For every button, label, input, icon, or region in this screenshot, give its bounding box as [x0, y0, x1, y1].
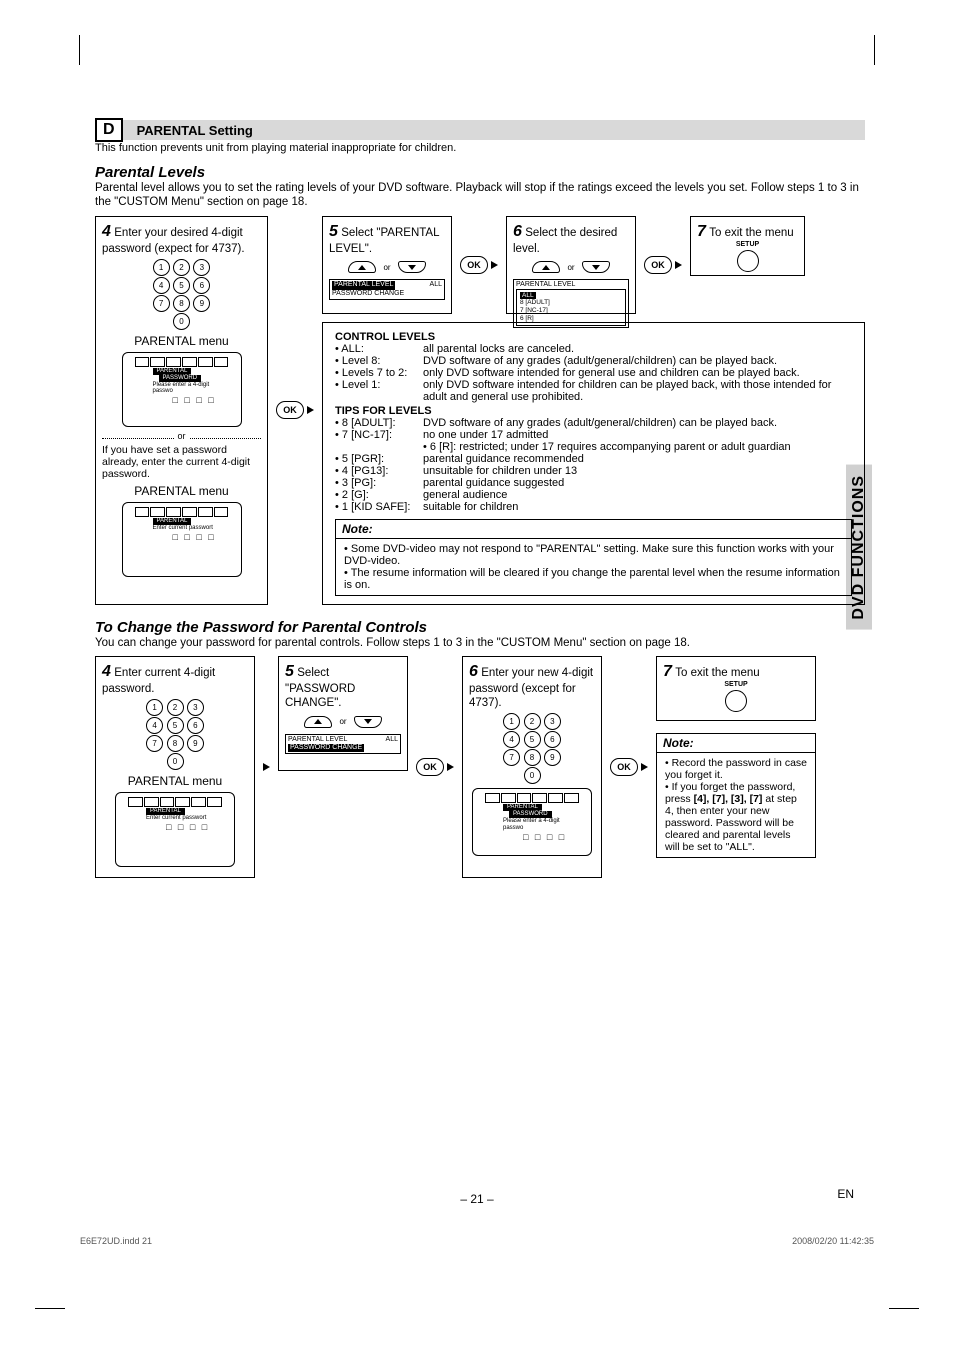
arrow-right-icon	[263, 763, 270, 771]
keypad-diagram: 1 2 3 4 5 6 7 8 9 0	[102, 259, 261, 330]
footer-left: E6E72UD.indd 21	[80, 1236, 152, 1246]
page-content: D PARENTAL Setting This function prevent…	[95, 120, 865, 878]
ok-button-icon: OK	[276, 401, 304, 419]
setup-button-diagram: SETUP	[663, 681, 809, 712]
mini-screen-5b: PARENTAL LEVEL ALL PASSWORD CHANGE	[285, 734, 401, 755]
footer-right: 2008/02/20 11:42:35	[792, 1236, 874, 1246]
heading-parental-levels: Parental Levels	[95, 164, 865, 181]
down-button-icon	[398, 261, 426, 273]
connector-arrow: OK	[610, 758, 648, 776]
connector-arrow	[263, 763, 270, 771]
step-number: 4	[102, 223, 111, 240]
paragraph-change-password: You can change your password for parenta…	[95, 636, 865, 650]
ok-button-icon: OK	[416, 758, 444, 776]
step-5b-box: 5 Select "PASSWORD CHANGE". or PARENTAL …	[278, 656, 408, 771]
or-divider: or	[102, 431, 261, 441]
language-mark: EN	[837, 1187, 854, 1201]
crop-mark	[874, 35, 889, 65]
section-heading-bar: D PARENTAL Setting	[95, 120, 865, 140]
steps-row-2: 4 Enter current 4-digit password. 1 2 3 …	[95, 656, 865, 878]
step-7b-box: 7 To exit the menu SETUP	[656, 656, 816, 721]
step-7-box: 7 To exit the menu SETUP	[690, 216, 805, 276]
arrow-right-icon	[491, 261, 498, 269]
arrow-right-icon	[641, 763, 648, 771]
mini-screen-5a: PARENTAL LEVEL ALL PASSWORD CHANGE	[329, 279, 445, 300]
heading-change-password: To Change the Password for Parental Cont…	[95, 619, 865, 636]
arrow-right-icon	[307, 406, 314, 414]
crop-mark	[65, 35, 80, 65]
step-5b-title: Select "PASSWORD CHANGE".	[285, 667, 355, 709]
tv-screen-1: PARENTAL PASSWORD Please enter a 4-digit…	[122, 352, 242, 427]
if-password-note: If you have set a password already, ente…	[102, 444, 261, 480]
steps-row-1: 4 Enter your desired 4-digit password (e…	[95, 216, 865, 605]
step-5-title: Select "PARENTAL LEVEL".	[329, 227, 439, 255]
up-button-icon	[348, 261, 376, 273]
control-levels-box: CONTROL LEVELS • ALL:all parental locks …	[322, 322, 865, 605]
step-4b-box: 4 Enter current 4-digit password. 1 2 3 …	[95, 656, 255, 878]
tips-table: • 8 [ADULT]:DVD software of any grades (…	[335, 417, 852, 513]
setup-circle-icon	[725, 690, 747, 712]
step-4b-title: Enter current 4-digit password.	[102, 667, 215, 695]
keypad-diagram: 1 2 3 4 5 6 7 8 9 0	[469, 713, 595, 784]
section-description: This function prevents unit from playing…	[95, 142, 865, 154]
down-button-icon	[354, 716, 382, 728]
parental-menu-label: PARENTAL menu	[102, 334, 261, 348]
setup-button-diagram: SETUP	[697, 241, 798, 272]
tips-heading: TIPS FOR LEVELS	[335, 405, 852, 417]
paragraph-parental-levels: Parental level allows you to set the rat…	[95, 181, 865, 210]
connector-arrow: OK	[416, 758, 454, 776]
step-6b-box: 6 Enter your new 4-digit password (excep…	[462, 656, 602, 878]
control-levels-heading: CONTROL LEVELS	[335, 331, 852, 343]
step-5-box: 5 Select "PARENTAL LEVEL". or PARENTAL L…	[322, 216, 452, 314]
setup-circle-icon	[737, 250, 759, 272]
up-button-icon	[304, 716, 332, 728]
connector-arrow: OK	[460, 256, 498, 274]
note-box-1: Note: • Some DVD-video may not respond t…	[335, 519, 852, 596]
tv-screen-4: PARENTAL PASSWORD Please enter a 4-digit…	[472, 788, 592, 856]
section-title: PARENTAL Setting	[129, 123, 865, 138]
step-6b-title: Enter your new 4-digit password (except …	[469, 667, 593, 709]
keypad-diagram: 1 2 3 4 5 6 7 8 9 0	[102, 699, 248, 770]
tv-screen-3: PARENTAL Enter current passwort □ □ □ □	[115, 792, 235, 867]
mini-screen-6a: PARENTAL LEVEL ALL 8 [ADULT] 7 [NC-17] 6…	[513, 279, 629, 328]
step-7-title: To exit the menu	[709, 227, 793, 239]
arrow-right-icon	[447, 763, 454, 771]
nav-buttons: or	[329, 259, 445, 274]
step-6-box: 6 Select the desired level. or PARENTAL …	[506, 216, 636, 314]
crop-mark	[889, 1308, 919, 1323]
parental-menu-label-2: PARENTAL menu	[102, 484, 261, 498]
step-4-title: Enter your desired 4-digit password (exp…	[102, 227, 245, 255]
note-forget-password: • If you forget the password, press [4],…	[665, 781, 807, 853]
connector-arrow: OK	[644, 256, 682, 274]
step-7b-title: To exit the menu	[675, 667, 759, 679]
page-number: – 21 –	[0, 1192, 954, 1206]
note-box-2: Note: • Record the password in case you …	[656, 733, 816, 858]
section-letter: D	[95, 118, 123, 142]
tv-screen-2: PARENTAL Enter current passwort □ □ □ □	[122, 502, 242, 577]
ok-button-icon: OK	[460, 256, 488, 274]
up-button-icon	[532, 261, 560, 273]
connector-arrow: OK	[276, 401, 314, 419]
control-levels-table: • ALL:all parental locks are canceled. •…	[335, 343, 852, 403]
arrow-right-icon	[675, 261, 682, 269]
ok-button-icon: OK	[610, 758, 638, 776]
step-6-title: Select the desired level.	[513, 227, 617, 255]
step-4-box: 4 Enter your desired 4-digit password (e…	[95, 216, 268, 605]
down-button-icon	[582, 261, 610, 273]
ok-button-icon: OK	[644, 256, 672, 274]
nav-buttons: or	[513, 259, 629, 274]
crop-mark	[35, 1308, 65, 1323]
